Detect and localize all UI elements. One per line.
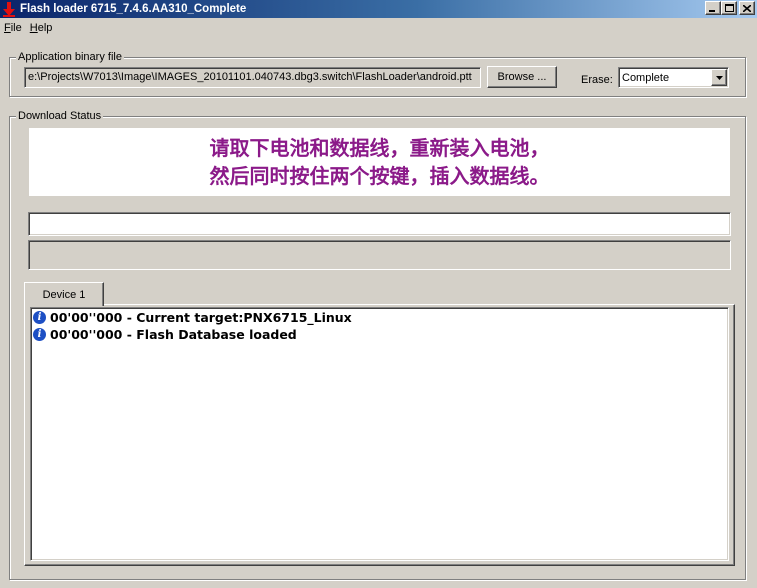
browse-button[interactable]: Browse ... — [487, 66, 557, 88]
download-arrow-icon — [1, 1, 17, 17]
erase-value: Complete — [622, 71, 670, 84]
instruction-line-1: 请取下电池和数据线，重新装入电池， — [209, 136, 550, 160]
binary-path-field[interactable]: e:\Projects\W7013\Image\IMAGES_20101101.… — [24, 67, 481, 88]
info-icon: i — [33, 328, 46, 341]
title-bar[interactable]: Flash loader 6715_7.4.6.AA310_Complete — [0, 0, 757, 18]
log-entry-text: 00'00''000 - Flash Database loaded — [50, 327, 297, 342]
erase-select[interactable]: Complete — [618, 67, 729, 88]
status-bar — [28, 240, 731, 270]
log-entry: i 00'00''000 - Flash Database loaded — [33, 326, 726, 343]
log-entry-text: 00'00''000 - Current target:PNX6715_Linu… — [50, 310, 352, 325]
close-button[interactable] — [739, 1, 755, 15]
menu-bar: File Help — [0, 18, 757, 37]
maximize-button[interactable] — [721, 1, 737, 15]
erase-label: Erase: — [581, 74, 613, 86]
browse-button-label: Browse ... — [497, 71, 547, 83]
tab-device-1-label: Device 1 — [42, 288, 86, 301]
info-icon: i — [33, 311, 46, 324]
log-list[interactable]: i 00'00''000 - Current target:PNX6715_Li… — [30, 307, 729, 561]
menu-help[interactable]: Help — [26, 22, 57, 34]
chevron-down-icon[interactable] — [711, 69, 727, 86]
instruction-line-2: 然后同时按住两个按键，插入数据线。 — [209, 164, 550, 188]
app-binary-group-label: Application binary file — [16, 50, 124, 64]
progress-bar — [28, 212, 731, 236]
menu-file[interactable]: File — [0, 22, 26, 34]
window-title: Flash loader 6715_7.4.6.AA310_Complete — [20, 3, 247, 15]
instruction-panel: 请取下电池和数据线，重新装入电池， 然后同时按住两个按键，插入数据线。 — [29, 128, 730, 196]
minimize-button[interactable] — [705, 1, 721, 15]
tab-device-1[interactable]: Device 1 — [24, 282, 104, 306]
log-entry: i 00'00''000 - Current target:PNX6715_Li… — [33, 309, 726, 326]
download-status-label: Download Status — [16, 109, 104, 123]
